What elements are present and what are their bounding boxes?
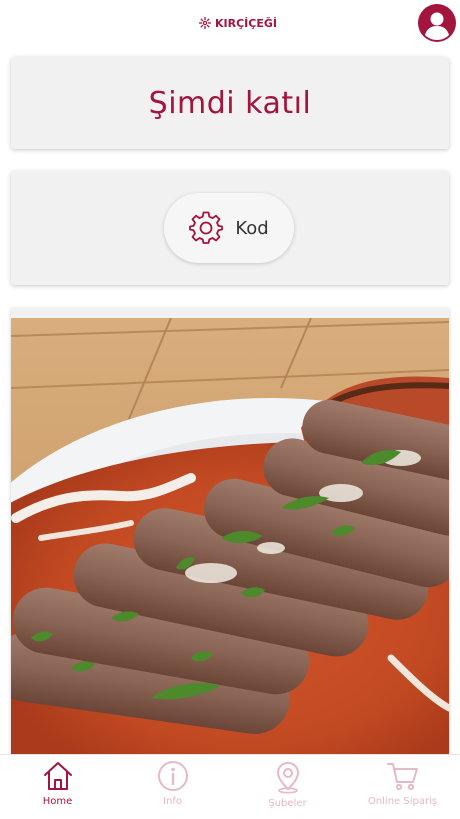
flower-logo-icon (199, 17, 211, 29)
promo-food-image (11, 318, 449, 754)
location-pin-icon (276, 762, 299, 794)
home-icon (43, 762, 72, 790)
promo-image-card[interactable] (11, 308, 449, 754)
tab-online-order[interactable]: Online Sipariş (345, 755, 460, 819)
user-profile-icon (418, 4, 456, 42)
tab-branches[interactable]: Şubeler (230, 755, 345, 819)
gear-icon (189, 211, 224, 244)
tab-branches-label: Şubeler (268, 798, 307, 809)
tab-home-label: Home (42, 796, 73, 807)
brand-logo: KIRÇİÇEĞİ (198, 15, 277, 31)
tab-home[interactable]: Home (0, 755, 115, 819)
tab-info-label: Info (163, 796, 182, 807)
tab-info[interactable]: Info (115, 755, 230, 819)
join-now-card[interactable]: Şimdi katıl (11, 57, 449, 149)
cart-icon (386, 763, 418, 791)
code-button[interactable]: Kod (164, 193, 294, 263)
header-bar: KIRÇİÇEĞİ (0, 0, 460, 46)
brand-name: KIRÇİÇEĞİ (215, 16, 277, 30)
bottom-tab-bar: Home Info Şubeler Online Sipariş (0, 754, 460, 819)
code-label: Kod (235, 217, 269, 239)
join-now-label: Şimdi katıl (148, 85, 312, 121)
info-icon (157, 761, 188, 791)
tab-online-order-label: Online Sipariş (367, 796, 438, 807)
profile-button[interactable] (418, 4, 456, 42)
code-card: Kod (11, 171, 449, 285)
